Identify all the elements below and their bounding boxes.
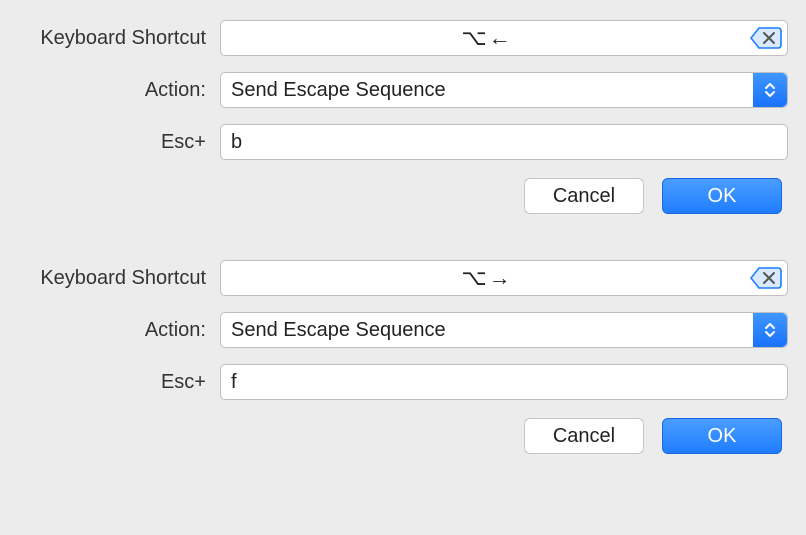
shortcut-row: Keyboard Shortcut ⌥→ <box>10 260 788 296</box>
esc-value: f <box>231 371 237 394</box>
action-row: Action: Send Escape Sequence <box>10 72 788 108</box>
action-row: Action: Send Escape Sequence <box>10 312 788 348</box>
esc-label: Esc+ <box>10 371 220 394</box>
clear-shortcut-icon[interactable] <box>749 26 783 50</box>
shortcut-value: ⌥→ <box>461 265 512 291</box>
keybinding-panel: Keyboard Shortcut ⌥← Action: Send Escape… <box>0 0 806 214</box>
esc-row: Esc+ f <box>10 364 788 400</box>
esc-input[interactable]: f <box>220 364 788 400</box>
keybinding-panel: Keyboard Shortcut ⌥→ Action: Send Escape… <box>0 240 806 454</box>
shortcut-label: Keyboard Shortcut <box>10 27 220 50</box>
chevron-up-down-icon <box>753 73 787 107</box>
action-value: Send Escape Sequence <box>231 319 446 342</box>
cancel-button[interactable]: Cancel <box>524 418 644 454</box>
ok-button-label: OK <box>708 425 737 448</box>
chevron-up-down-icon <box>753 313 787 347</box>
shortcut-label: Keyboard Shortcut <box>10 267 220 290</box>
action-field-wrap: Send Escape Sequence <box>220 72 788 108</box>
esc-field-wrap: b <box>220 124 788 160</box>
ok-button[interactable]: OK <box>662 178 782 214</box>
button-row: Cancel OK <box>10 418 788 454</box>
shortcut-value: ⌥← <box>461 25 512 51</box>
ok-button-label: OK <box>708 185 737 208</box>
esc-input[interactable]: b <box>220 124 788 160</box>
action-value: Send Escape Sequence <box>231 79 446 102</box>
ok-button[interactable]: OK <box>662 418 782 454</box>
cancel-button[interactable]: Cancel <box>524 178 644 214</box>
action-label: Action: <box>10 79 220 102</box>
button-row: Cancel OK <box>10 178 788 214</box>
action-field-wrap: Send Escape Sequence <box>220 312 788 348</box>
shortcut-field-wrap: ⌥→ <box>220 260 788 296</box>
cancel-button-label: Cancel <box>553 185 615 208</box>
esc-row: Esc+ b <box>10 124 788 160</box>
shortcut-input[interactable]: ⌥← <box>220 20 788 56</box>
esc-value: b <box>231 131 242 154</box>
shortcut-input[interactable]: ⌥→ <box>220 260 788 296</box>
shortcut-row: Keyboard Shortcut ⌥← <box>10 20 788 56</box>
esc-field-wrap: f <box>220 364 788 400</box>
action-select[interactable]: Send Escape Sequence <box>220 72 788 108</box>
action-label: Action: <box>10 319 220 342</box>
clear-shortcut-icon[interactable] <box>749 266 783 290</box>
esc-label: Esc+ <box>10 131 220 154</box>
shortcut-field-wrap: ⌥← <box>220 20 788 56</box>
cancel-button-label: Cancel <box>553 425 615 448</box>
action-select[interactable]: Send Escape Sequence <box>220 312 788 348</box>
